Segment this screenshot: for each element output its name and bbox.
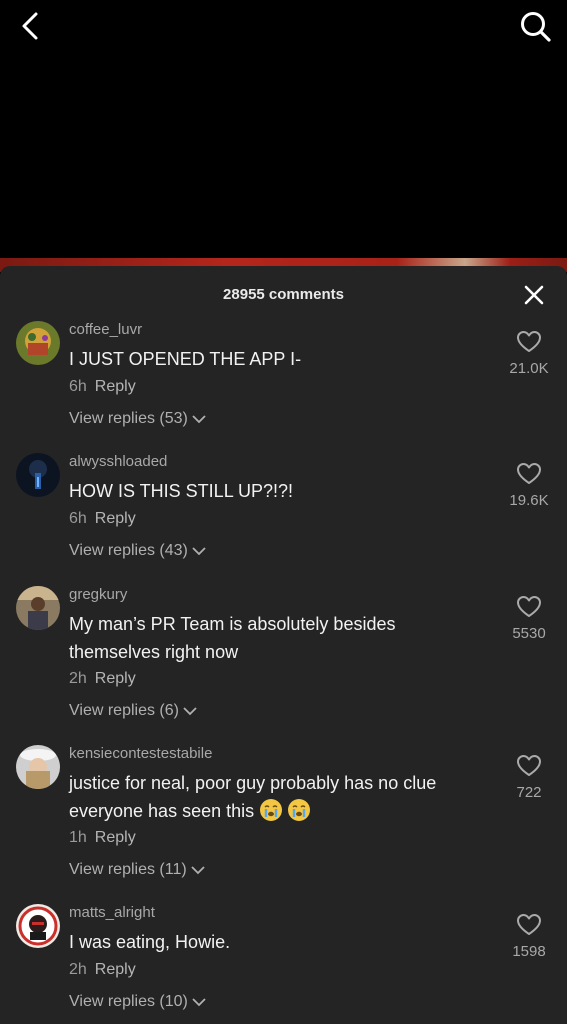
reply-button[interactable]: Reply [95,670,136,687]
search-icon [521,12,551,42]
comments-header: 28955 comments [0,266,567,324]
avatar[interactable] [16,321,60,365]
like-count: 5530 [512,625,546,642]
comment-time: 6h [69,510,87,527]
like-count: 19.6K [509,492,549,509]
view-replies-label: View replies (11) [69,861,187,878]
comment-text: justice for neal, poor guy probably has … [69,769,479,825]
comment-meta: 1h Reply [69,829,136,847]
crying-face-emoji [260,799,283,821]
like-button[interactable]: 1598 [503,913,555,960]
avatar[interactable] [16,586,60,630]
comment-time: 6h [69,378,87,395]
view-replies-button[interactable]: View replies (43) [69,542,206,560]
heart-icon [517,914,541,935]
reply-button[interactable]: Reply [95,961,136,978]
comment-username[interactable]: alwysshloaded [69,453,167,470]
search-button[interactable] [517,8,553,44]
view-replies-label: View replies (53) [69,410,188,427]
like-button[interactable]: 21.0K [503,330,555,377]
comment-text-body: justice for neal, poor guy probably has … [69,773,437,821]
comment-time: 1h [69,829,87,846]
heart-icon [517,755,541,776]
close-icon [524,285,544,305]
comment-text: My man’s PR Team is absolutely besides t… [69,614,396,662]
heart-icon [517,331,541,352]
comment-username[interactable]: gregkury [69,586,127,603]
close-button[interactable] [523,284,545,306]
comment-username[interactable]: matts_alright [69,904,155,921]
chevron-down-icon [192,998,206,1007]
view-replies-label: View replies (43) [69,542,188,559]
chevron-down-icon [191,866,205,875]
avatar[interactable] [16,904,60,948]
avatar[interactable] [16,453,60,497]
like-button[interactable]: 5530 [503,595,555,642]
video-area [0,0,567,262]
comment-count: 28955 comments [223,286,344,303]
comment-meta: 6h Reply [69,378,136,396]
comment-time: 2h [69,670,87,687]
reply-button[interactable]: Reply [95,378,136,395]
chevron-down-icon [183,707,197,716]
chevron-down-icon [192,547,206,556]
crying-face-emoji [288,799,311,821]
view-replies-label: View replies (6) [69,702,179,719]
chevron-down-icon [192,415,206,424]
comment-text: I JUST OPENED THE APP I- [69,349,302,369]
reply-button[interactable]: Reply [95,829,136,846]
view-replies-label: View replies (10) [69,993,188,1010]
view-replies-button[interactable]: View replies (6) [69,702,197,720]
comment-time: 2h [69,961,87,978]
comment-text: I was eating, Howie. [69,932,231,952]
comment-meta: 2h Reply [69,961,136,979]
back-button[interactable] [14,8,50,44]
like-button[interactable]: 19.6K [503,462,555,509]
heart-icon [517,596,541,617]
comment-meta: 2h Reply [69,670,136,688]
comments-sheet: 28955 comments coffee_luvr I JUST OPENED… [0,266,567,1024]
comment-username[interactable]: coffee_luvr [69,321,142,338]
like-count: 722 [516,784,542,801]
view-replies-button[interactable]: View replies (53) [69,410,206,428]
like-count: 21.0K [509,360,549,377]
view-replies-button[interactable]: View replies (10) [69,993,206,1011]
like-count: 1598 [512,943,546,960]
comment-meta: 6h Reply [69,510,136,528]
chevron-left-icon [22,12,38,40]
comment-text: HOW IS THIS STILL UP?!?! [69,481,294,501]
like-button[interactable]: 722 [503,754,555,801]
comment-username[interactable]: kensiecontestestabile [69,745,212,762]
heart-icon [517,463,541,484]
view-replies-button[interactable]: View replies (11) [69,861,205,879]
reply-button[interactable]: Reply [95,510,136,527]
avatar[interactable] [16,745,60,789]
